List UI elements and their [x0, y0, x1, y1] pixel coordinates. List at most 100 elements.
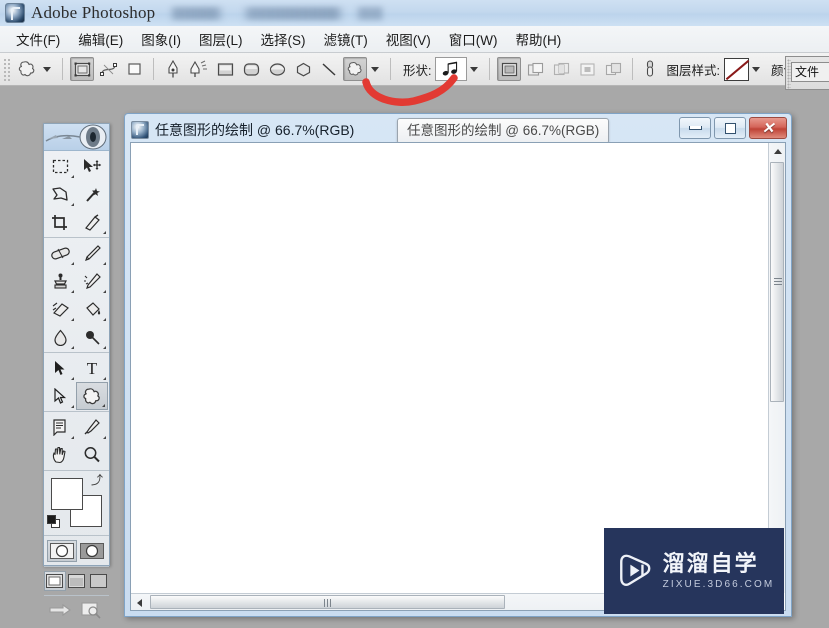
rectangle-tool-icon[interactable]	[213, 57, 237, 81]
submenu-triangle-icon	[68, 262, 74, 265]
menu-help[interactable]: 帮助(H)	[507, 26, 569, 52]
freeform-pen-tool-icon[interactable]	[187, 57, 211, 81]
app-title: Adobe Photoshop	[31, 3, 156, 22]
slice-tool[interactable]	[76, 208, 108, 236]
tool-preset-dropdown-arrow[interactable]	[43, 66, 51, 72]
toolbox-selection-group	[44, 151, 109, 238]
palette-grip[interactable]	[787, 59, 791, 89]
polygon-tool-icon[interactable]	[291, 57, 315, 81]
path-selection-tool[interactable]	[44, 354, 76, 382]
menu-image[interactable]: 图象(I)	[133, 26, 189, 52]
shape-label: 形状:	[403, 63, 432, 78]
photoshop-toolbox-banner-icon	[44, 124, 109, 150]
magic-wand-tool[interactable]	[76, 180, 108, 208]
toolbox-notes-view-group	[44, 412, 109, 471]
custom-shape-tool-icon[interactable]	[15, 57, 39, 81]
restore-button[interactable]	[714, 117, 746, 139]
blurred-title-suffix	[169, 6, 385, 20]
palette-tab-file[interactable]: 文件	[791, 62, 829, 82]
foreground-color-swatch[interactable]	[51, 478, 83, 510]
menu-window[interactable]: 窗口(W)	[441, 26, 506, 52]
vertical-scrollbar-thumb[interactable]	[770, 162, 784, 402]
horizontal-scrollbar-thumb[interactable]	[150, 595, 505, 609]
menu-file[interactable]: 文件(F)	[8, 26, 68, 52]
history-brush-tool[interactable]	[76, 267, 108, 295]
triangle-up-icon	[773, 149, 782, 154]
menu-select[interactable]: 选择(S)	[253, 26, 314, 52]
move-tool[interactable]	[76, 152, 108, 180]
submenu-triangle-icon	[100, 231, 106, 234]
standard-screen-mode-button[interactable]	[44, 571, 66, 591]
eraser-tool[interactable]	[44, 295, 76, 323]
custom-shape-tool-button[interactable]	[343, 57, 367, 81]
lasso-tool[interactable]	[44, 180, 76, 208]
layer-style-swatch[interactable]	[723, 57, 749, 81]
brush-tool[interactable]	[76, 239, 108, 267]
notes-tool[interactable]	[44, 413, 76, 441]
docked-palette-panel[interactable]: 文件	[785, 56, 829, 90]
rounded-rectangle-tool-icon[interactable]	[239, 57, 263, 81]
blur-tool[interactable]	[44, 323, 76, 351]
paths-mode-button[interactable]	[96, 57, 120, 81]
combine-shape-areas-button[interactable]	[601, 57, 625, 81]
swap-colors-icon[interactable]: ⤴	[91, 474, 103, 486]
menu-filter[interactable]: 滤镜(T)	[316, 26, 376, 52]
default-colors-icon[interactable]	[47, 515, 60, 528]
fill-pixels-mode-button[interactable]	[122, 57, 146, 81]
preview-in-browser-button[interactable]	[77, 599, 107, 621]
document-title-tooltip: 任意图形的绘制 @ 66.7%(RGB)	[397, 118, 610, 144]
clone-stamp-tool[interactable]	[44, 267, 76, 295]
toolbox-retouch-paint-group	[44, 238, 109, 353]
jump-to-imageready-button[interactable]	[47, 599, 77, 621]
restore-icon	[724, 122, 736, 134]
menu-view[interactable]: 视图(V)	[378, 26, 439, 52]
minimize-button[interactable]	[679, 117, 711, 139]
custom-shape-tool-toolbox[interactable]	[76, 382, 108, 410]
quick-mask-mode-button[interactable]	[77, 540, 107, 562]
menu-layer[interactable]: 图层(L)	[191, 26, 251, 52]
layer-style-dropdown-arrow[interactable]	[751, 66, 760, 72]
subtract-from-shape-area-button[interactable]	[523, 57, 547, 81]
full-screen-with-menubar-button[interactable]	[66, 571, 88, 591]
pen-tool-icon[interactable]	[161, 57, 185, 81]
chain-link-icon[interactable]	[643, 59, 656, 79]
hand-tool[interactable]	[44, 441, 76, 469]
shape-preview-picker[interactable]	[435, 57, 468, 81]
exclude-overlapping-areas-button[interactable]	[575, 57, 599, 81]
ellipse-tool-icon[interactable]	[265, 57, 289, 81]
shape-tool-dropdown-arrow[interactable]	[371, 66, 379, 72]
toolbox-header[interactable]	[44, 124, 109, 151]
eyedropper-tool[interactable]	[76, 413, 108, 441]
options-bar-grip[interactable]	[2, 57, 10, 81]
rectangular-marquee-tool[interactable]	[44, 152, 76, 180]
vertical-scrollbar[interactable]	[768, 143, 785, 593]
toolbox-vector-type-group: T	[44, 353, 109, 412]
toolbox-palette: T ⤴	[43, 123, 110, 619]
dodge-tool[interactable]	[76, 323, 108, 351]
scroll-left-button[interactable]	[131, 594, 148, 611]
canvas[interactable]	[131, 143, 768, 593]
add-to-shape-area-button[interactable]	[497, 57, 522, 81]
close-button[interactable]: ✕	[749, 117, 787, 139]
submenu-triangle-icon	[100, 377, 106, 380]
menu-edit[interactable]: 编辑(E)	[70, 26, 131, 52]
pen-tool-toolbox[interactable]	[44, 382, 76, 410]
intersect-shape-areas-button[interactable]	[549, 57, 573, 81]
submenu-triangle-icon	[68, 377, 74, 380]
document-titlebar[interactable]: 任意图形的绘制 @ 66.7%(RGB) 任意图形的绘制 @ 66.7%(RGB…	[129, 117, 787, 144]
scroll-up-button[interactable]	[769, 143, 786, 160]
paint-bucket-tool[interactable]	[76, 295, 108, 323]
divider	[153, 58, 154, 80]
type-tool[interactable]: T	[76, 354, 108, 382]
standard-mask-mode-button[interactable]	[46, 540, 77, 562]
healing-brush-tool[interactable]	[44, 239, 76, 267]
line-tool-icon[interactable]	[317, 57, 341, 81]
full-screen-mode-button[interactable]	[87, 571, 109, 591]
shape-layers-mode-button[interactable]	[70, 57, 94, 81]
submenu-triangle-icon	[100, 436, 106, 439]
crop-tool[interactable]	[44, 208, 76, 236]
zoom-tool[interactable]	[76, 441, 108, 469]
layer-style-label: 图层样式:	[666, 63, 720, 78]
application-titlebar: Adobe Photoshop	[0, 0, 829, 27]
shape-preset-dropdown-arrow[interactable]	[470, 66, 479, 72]
